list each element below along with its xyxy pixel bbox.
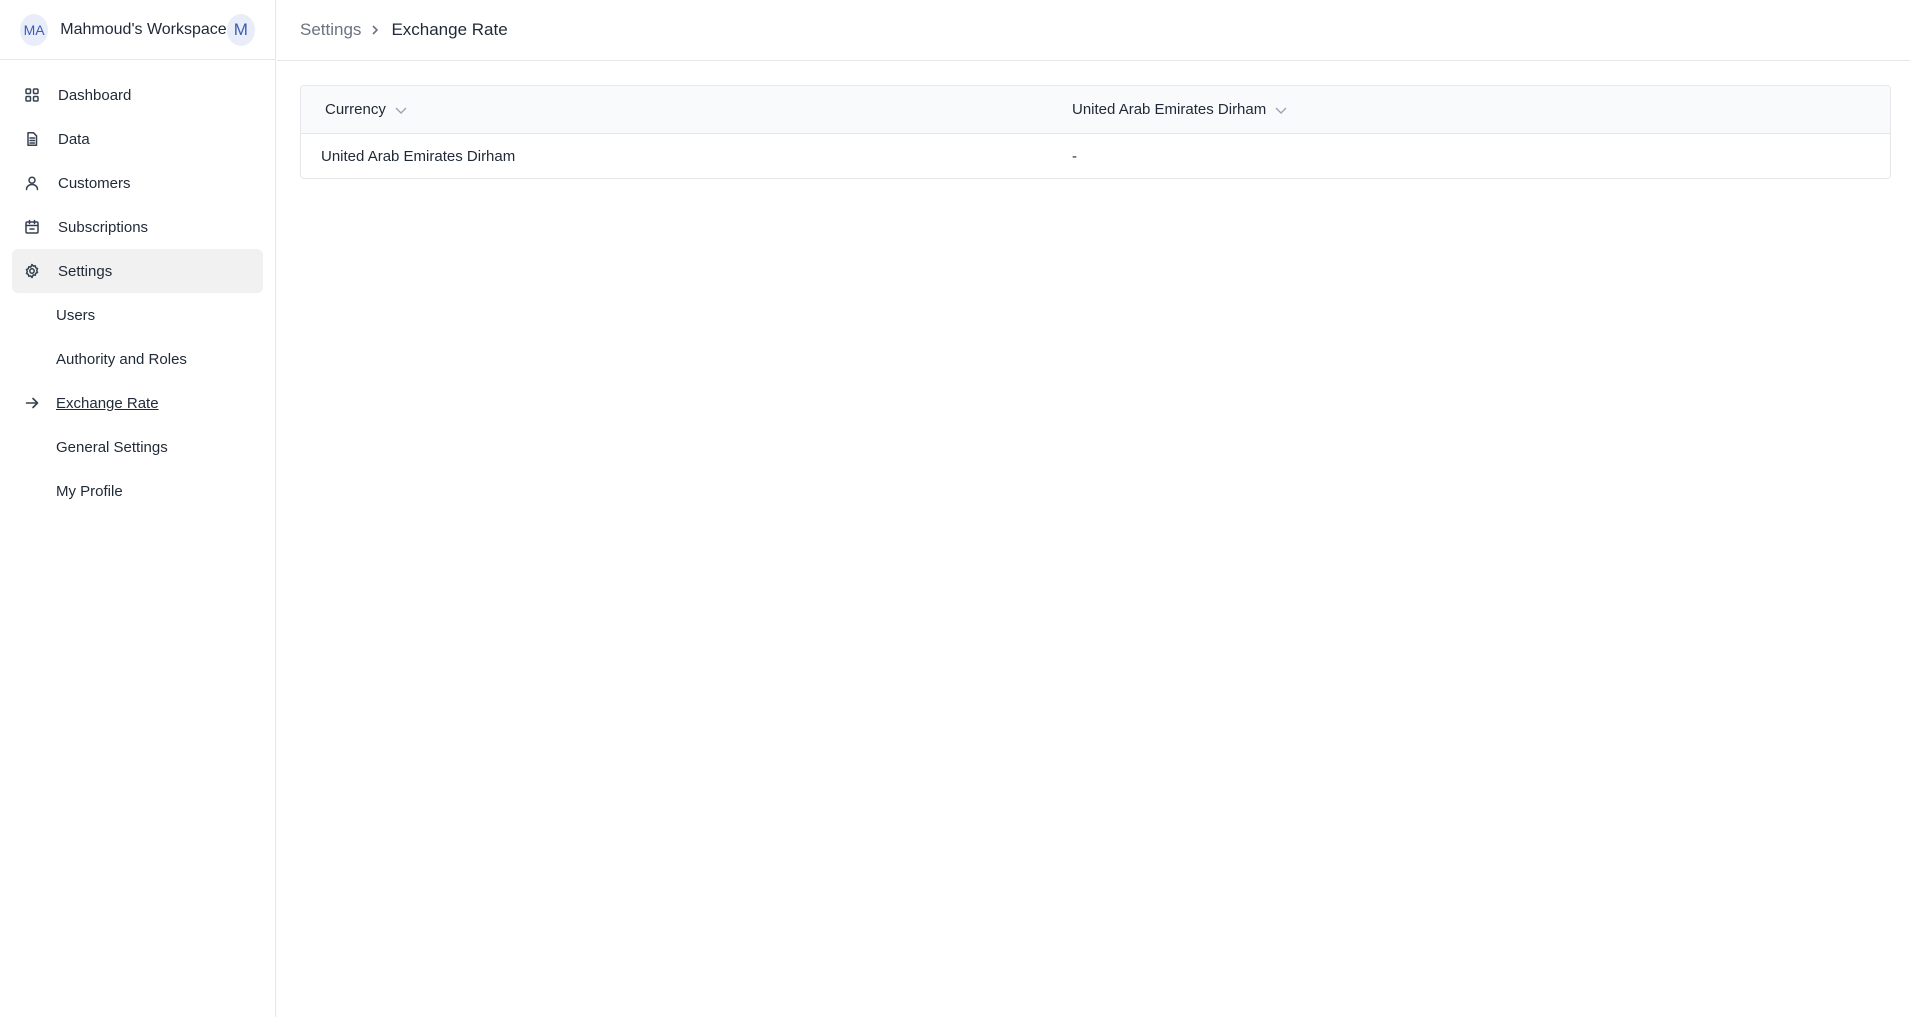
table-cell-rate: - (1072, 147, 1077, 165)
column-header-label: Currency (325, 101, 386, 118)
sidebar-subitem-label: Exchange Rate (56, 394, 159, 412)
table-header: Currency United Arab Emirates Dirham (301, 86, 1890, 134)
sidebar-subitem-label: Users (56, 306, 96, 324)
sidebar-item-label: Settings (58, 262, 113, 280)
chevron-right-icon (369, 23, 383, 37)
sidebar-item-subscriptions[interactable]: Subscriptions (12, 205, 263, 249)
table-row[interactable]: United Arab Emirates Dirham - (301, 134, 1890, 178)
page-title: Exchange Rate (391, 20, 508, 39)
arrow-right-icon (24, 395, 40, 411)
grid-icon (24, 87, 40, 103)
sidebar-subitem-exchange-rate[interactable]: Exchange Rate (12, 381, 263, 425)
sidebar-item-customers[interactable]: Customers (12, 161, 263, 205)
chevron-down-icon (394, 103, 408, 117)
calendar-icon (24, 219, 40, 235)
sidebar-item-label: Dashboard (58, 86, 132, 104)
main-content: Settings Exchange Rate Currency United A… (277, 0, 1910, 1017)
breadcrumb: Settings Exchange Rate (277, 0, 1910, 61)
workspace-badge: MA (20, 13, 49, 46)
sidebar-item-label: Subscriptions (58, 218, 149, 236)
column-header-aed[interactable]: United Arab Emirates Dirham (1072, 86, 1890, 133)
gear-icon (24, 263, 40, 279)
workspace-header[interactable]: MA Mahmoud's Workspace M (0, 0, 275, 60)
sidebar-nav: Dashboard Data Customers Subscriptions S… (0, 60, 275, 513)
breadcrumb-parent[interactable]: Settings (300, 20, 361, 40)
sidebar-subitem-users[interactable]: Users (12, 293, 263, 337)
sidebar-subitem-label: Authority and Roles (56, 350, 187, 368)
sidebar-item-label: Data (58, 130, 90, 148)
sidebar-item-data[interactable]: Data (12, 117, 263, 161)
sidebar-subitem-general-settings[interactable]: General Settings (12, 425, 263, 469)
user-icon (24, 175, 40, 191)
sidebar-subitem-authority-and-roles[interactable]: Authority and Roles (12, 337, 263, 381)
sidebar: MA Mahmoud's Workspace M Dashboard Data … (0, 0, 276, 1017)
table-body: United Arab Emirates Dirham - (301, 134, 1890, 178)
table-cell-currency: United Arab Emirates Dirham (321, 147, 516, 165)
column-header-label: United Arab Emirates Dirham (1072, 101, 1267, 118)
document-icon (24, 131, 40, 147)
chevron-down-icon (1274, 103, 1288, 117)
workspace-name[interactable]: Mahmoud's Workspace (60, 21, 226, 39)
sidebar-item-dashboard[interactable]: Dashboard (12, 73, 263, 117)
sidebar-item-label: Customers (58, 174, 131, 192)
avatar[interactable]: M (226, 13, 255, 46)
column-header-currency[interactable]: Currency (301, 86, 1072, 133)
exchange-rate-table: Currency United Arab Emirates Dirham Uni… (300, 85, 1891, 179)
sidebar-subitem-my-profile[interactable]: My Profile (12, 469, 263, 513)
sidebar-item-settings[interactable]: Settings (12, 249, 263, 293)
sidebar-subitem-label: General Settings (56, 438, 168, 456)
sidebar-subitem-label: My Profile (56, 482, 123, 500)
